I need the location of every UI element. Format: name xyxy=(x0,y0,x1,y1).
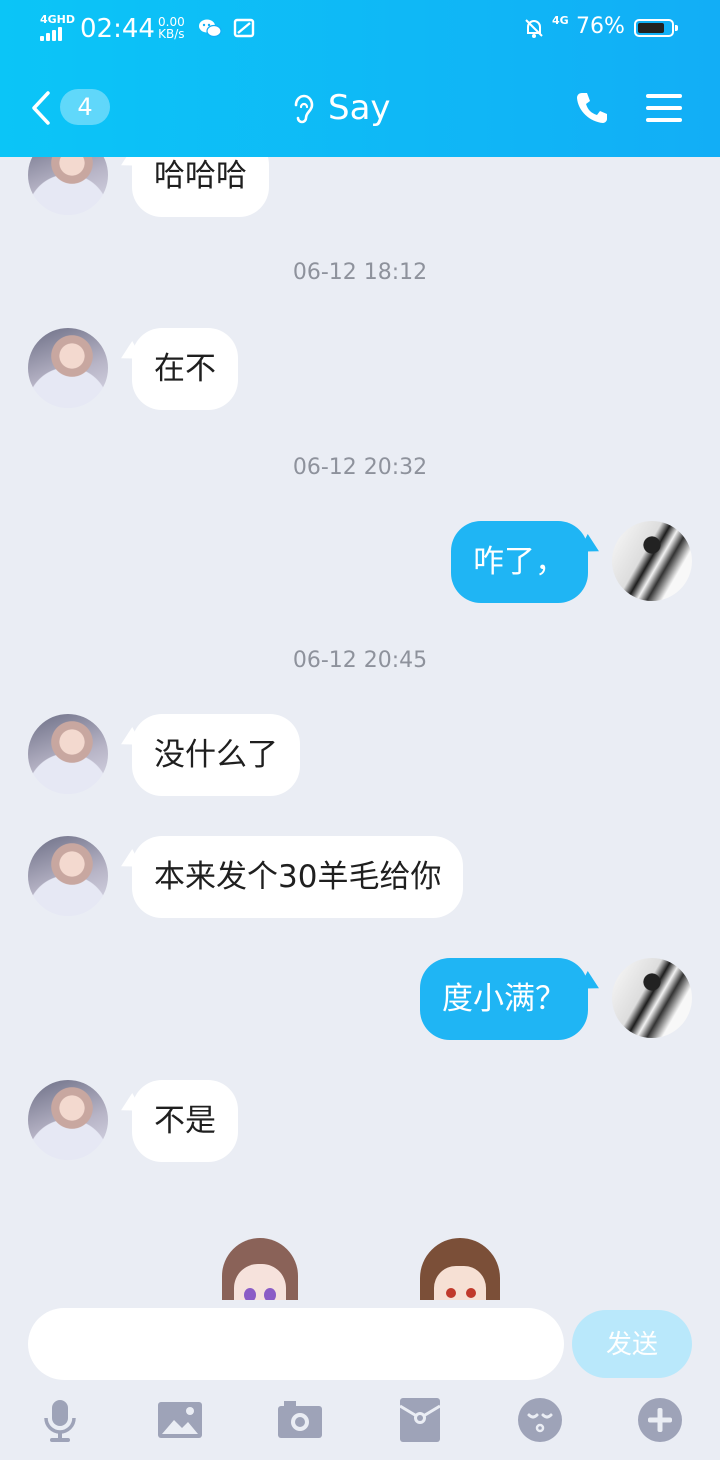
back-button[interactable]: 4 xyxy=(30,88,110,128)
ear-icon xyxy=(294,94,314,124)
message-bubble[interactable]: 度小满？ xyxy=(420,958,588,1040)
network-type-right: 4G xyxy=(552,14,569,27)
message-row: 咋了， xyxy=(0,521,720,603)
send-button[interactable]: 发送 xyxy=(572,1310,692,1378)
battery-percent: 76% xyxy=(576,14,625,39)
message-list[interactable]: 哈哈哈 06-12 18:12 在不 06-12 20:32 咋了， 06-12… xyxy=(0,0,720,1318)
message-bubble[interactable]: 不是 xyxy=(132,1080,238,1162)
message-row: 没什么了 xyxy=(0,714,720,796)
timestamp: 06-12 20:45 xyxy=(292,648,428,673)
status-bar: 4GHD 02:44 0.00 KB/s 4G 76% xyxy=(0,10,720,50)
message-bubble[interactable]: 没什么了 xyxy=(132,714,300,796)
input-bar: 发送 xyxy=(0,1300,720,1460)
my-avatar[interactable] xyxy=(612,521,692,601)
wechat-icon xyxy=(198,16,222,40)
phone-call-button[interactable] xyxy=(574,90,610,126)
emoji-icon[interactable] xyxy=(516,1396,564,1444)
screenshot-icon xyxy=(232,16,256,40)
timestamp: 06-12 18:12 xyxy=(292,260,428,285)
timestamp: 06-12 20:32 xyxy=(292,455,428,480)
message-row: 在不 xyxy=(0,328,720,410)
message-bubble[interactable]: 咋了， xyxy=(451,521,588,603)
clock: 02:44 xyxy=(80,14,155,44)
microphone-icon[interactable] xyxy=(36,1396,84,1444)
unread-count-badge: 4 xyxy=(60,89,110,125)
chat-title[interactable]: Say xyxy=(290,88,391,128)
plus-icon[interactable] xyxy=(636,1396,684,1444)
signal-icon xyxy=(40,27,70,41)
image-icon[interactable] xyxy=(156,1396,204,1444)
network-type: 4GHD xyxy=(40,13,76,26)
contact-name: Say xyxy=(328,88,391,128)
message-row: 本来发个30羊毛给你 xyxy=(0,836,720,918)
contact-avatar[interactable] xyxy=(28,836,108,916)
message-row: 不是 xyxy=(0,1080,720,1162)
contact-avatar[interactable] xyxy=(28,328,108,408)
mute-bell-icon xyxy=(522,16,546,40)
message-bubble[interactable]: 在不 xyxy=(132,328,238,410)
battery-icon xyxy=(634,19,678,37)
chevron-left-icon xyxy=(32,91,50,125)
contact-avatar[interactable] xyxy=(28,1080,108,1160)
message-input[interactable] xyxy=(28,1308,564,1380)
contact-avatar[interactable] xyxy=(28,714,108,794)
camera-icon[interactable] xyxy=(276,1396,324,1444)
message-bubble[interactable]: 本来发个30羊毛给你 xyxy=(132,836,464,918)
title-bar: 4 Say xyxy=(0,78,720,138)
menu-button[interactable] xyxy=(646,90,682,126)
speed-unit: KB/s xyxy=(158,27,185,41)
message-row: 度小满？ xyxy=(0,958,720,1040)
input-toolbar xyxy=(0,1396,720,1444)
network-speed: 0.00 KB/s xyxy=(158,16,185,40)
phone-icon xyxy=(577,93,607,123)
my-avatar[interactable] xyxy=(612,958,692,1038)
chat-header: 4GHD 02:44 0.00 KB/s 4G 76% 4 Say xyxy=(0,0,720,157)
red-packet-icon[interactable] xyxy=(396,1396,444,1444)
